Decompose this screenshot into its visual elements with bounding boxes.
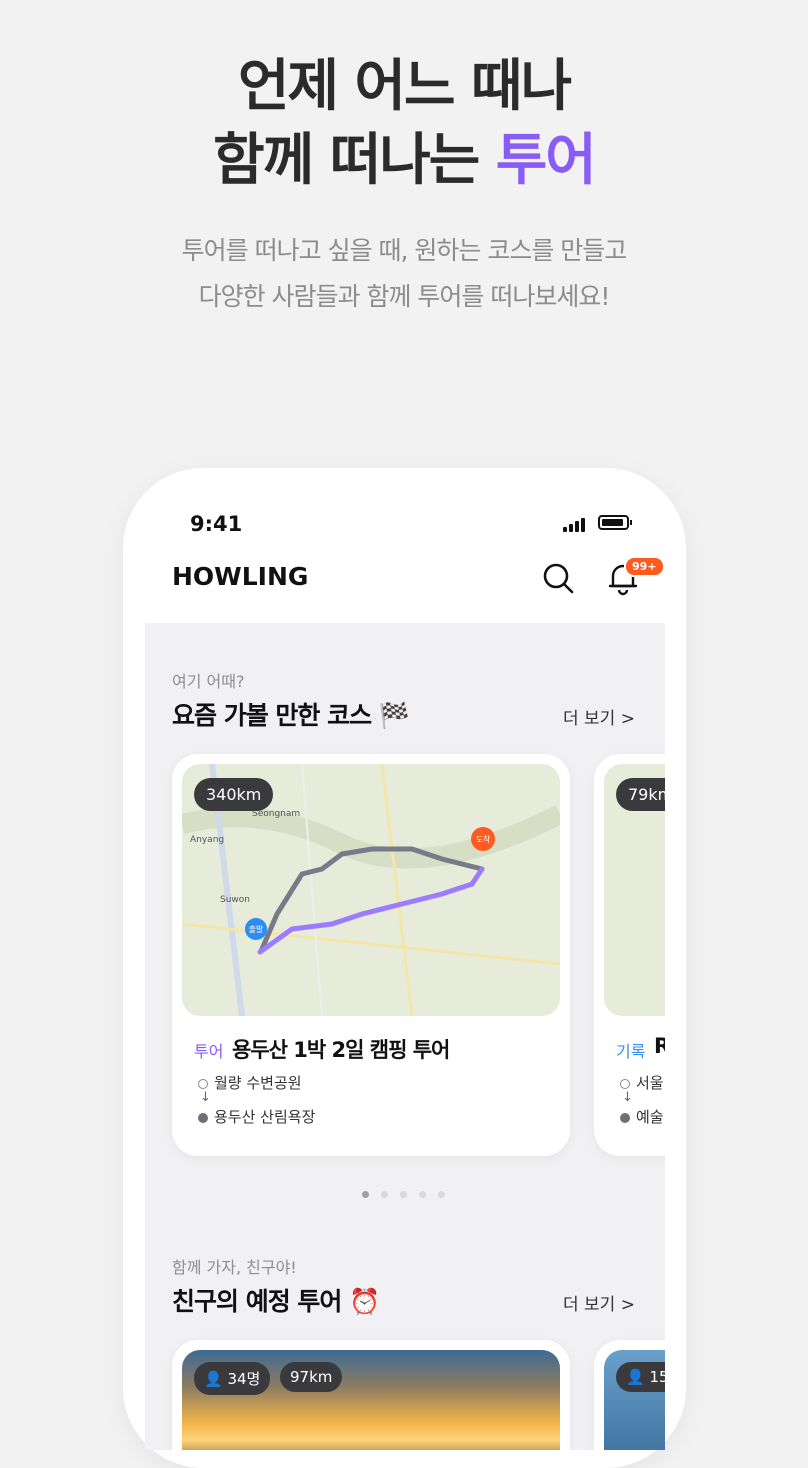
people-count: 15 [649,1368,665,1386]
phone-screen: 9:41 HOWLING 99+ 여기 어때? 요즘 가볼 만한 코스 🏁 더 … [145,490,665,1450]
people-count-badge: 👤 34명 [194,1362,271,1395]
distance-badge: 340km [194,778,274,811]
course-end: 예술 [620,1106,664,1127]
distance-badge: 97km [280,1362,343,1392]
course-tag: 투어 [194,1042,224,1061]
start-dot-icon [620,1078,630,1089]
map-place-anyang: Anyang [190,835,224,845]
pager-dot[interactable] [400,1191,407,1198]
pager-dot[interactable] [381,1191,388,1198]
end-dot-icon [620,1112,630,1123]
course-end-label: 용두산 산림욕장 [214,1108,316,1126]
courses-subtitle: 여기 어때? [172,672,245,691]
person-icon: 👤 [626,1368,645,1386]
friends-subtitle: 함께 가자, 친구야! [172,1258,297,1277]
end-dot-icon [198,1112,208,1123]
hero-description-line-2: 다양한 사람들과 함께 투어를 떠나보세요! [198,282,611,311]
course-start-label: 서울 [636,1074,664,1092]
status-time: 9:41 [190,512,243,536]
battery-icon [598,515,632,530]
pager-dot[interactable] [419,1191,426,1198]
course-start: 월량 수변공원 [198,1072,302,1093]
pager-dot[interactable] [362,1191,369,1198]
map-end-label: 도착 [476,835,491,844]
friend-tour-card[interactable]: 👤 15 [594,1340,665,1450]
app-logo[interactable]: HOWLING [172,562,308,591]
map-start-label: 출발 [249,924,264,934]
people-count: 34명 [227,1370,261,1388]
course-title: R [654,1034,665,1058]
friends-more-link[interactable]: 더 보기 > [563,1290,635,1315]
distance-badge: 79km [616,778,665,811]
course-card[interactable]: 79km 기록 R 서울 ↓ 예술 [594,754,665,1156]
map-place-suwon: Suwon [220,895,250,905]
carousel-pager[interactable] [362,1183,457,1202]
hero-description-line-1: 투어를 떠나고 싶을 때, 원하는 코스를 만들고 [181,236,628,265]
courses-title: 요즘 가볼 만한 코스 🏁 [172,701,410,730]
person-icon: 👤 [204,1370,223,1388]
course-title: 용두산 1박 2일 캠핑 투어 [232,1038,450,1062]
arrow-down-icon: ↓ [200,1090,211,1105]
start-dot-icon [198,1078,208,1089]
hero-line-2: 함께 떠나는 투어 [0,124,808,198]
pager-dot[interactable] [438,1191,445,1198]
search-icon[interactable] [541,561,575,595]
hero-headline: 언제 어느 때나 함께 떠나는 투어 [0,50,808,198]
course-start-label: 월량 수변공원 [214,1074,302,1092]
course-tag: 기록 [616,1042,646,1061]
courses-more-link[interactable]: 더 보기 > [563,704,635,729]
signal-icon [563,516,593,532]
friend-tour-card[interactable]: 👤 34명 97km [172,1340,570,1450]
hero-line-2-prefix: 함께 떠나는 [213,128,496,193]
course-card[interactable]: Seongnam Anyang Suwon 출발 도착 340km 투어 용두산… [172,754,570,1156]
course-end: 용두산 산림욕장 [198,1106,315,1127]
hero-line-2-accent: 투어 [495,128,597,193]
course-end-label: 예술 [636,1108,664,1126]
app-header: 9:41 HOWLING 99+ [145,490,665,623]
hero-line-1: 언제 어느 때나 [237,54,572,119]
hero-description: 투어를 떠나고 싶을 때, 원하는 코스를 만들고 다양한 사람들과 함께 투어… [0,228,808,320]
notification-badge: 99+ [624,556,665,577]
people-count-badge: 👤 15 [616,1362,665,1392]
arrow-down-icon: ↓ [622,1090,633,1105]
friends-title: 친구의 예정 투어 ⏰ [172,1287,380,1316]
